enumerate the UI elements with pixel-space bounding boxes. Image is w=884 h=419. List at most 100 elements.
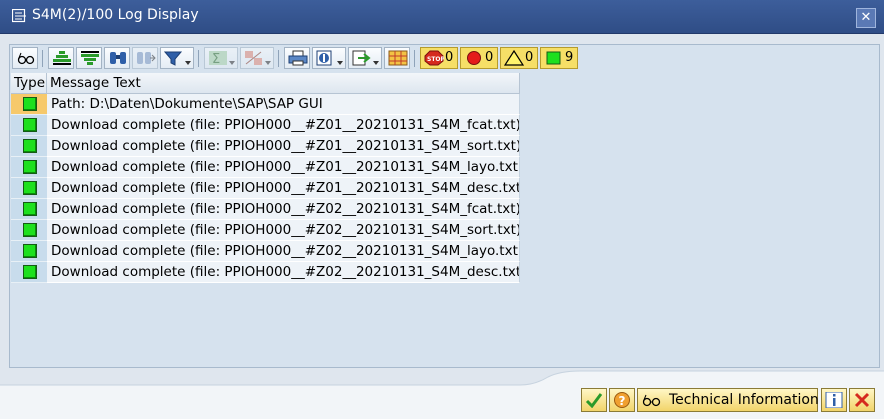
sort-descending-button[interactable] [76, 47, 102, 69]
error-count: 0 [485, 50, 494, 65]
sort-descending-icon [81, 51, 99, 65]
message-text-cell[interactable]: Download complete (file: PPIOH000__#Z02_… [47, 262, 520, 283]
success-icon [23, 265, 37, 279]
find-button[interactable] [104, 47, 130, 69]
toolbar-separator [278, 50, 279, 67]
export-button[interactable] [348, 47, 382, 69]
success-icon [23, 223, 37, 237]
window-menu-icon[interactable] [12, 9, 27, 23]
details-button[interactable] [12, 47, 38, 69]
message-text-cell[interactable]: Download complete (file: PPIOH000__#Z01_… [47, 136, 520, 157]
svg-text:?: ? [619, 394, 626, 408]
toolbar-separator [42, 50, 43, 67]
type-cell[interactable] [11, 241, 47, 262]
filter-button[interactable] [160, 47, 194, 69]
export-icon [352, 50, 371, 66]
grid-layout-icon [388, 50, 408, 66]
glasses-icon [642, 394, 661, 407]
svg-text:STOP: STOP [427, 56, 444, 63]
column-header-message-text[interactable]: Message Text [47, 73, 520, 94]
message-text-cell[interactable]: Download complete (file: PPIOH000__#Z01_… [47, 178, 520, 199]
subtotal-button[interactable] [240, 47, 274, 69]
layout-button[interactable] [384, 47, 410, 69]
column-header-type[interactable]: Type [11, 73, 47, 94]
chevron-down-icon [373, 61, 379, 65]
type-cell[interactable] [11, 115, 47, 136]
find-next-button[interactable] [132, 47, 158, 69]
close-icon: ✕ [860, 10, 872, 25]
checkmark-icon [585, 393, 603, 408]
help-icon: ? [614, 392, 630, 408]
window-title: S4M(2)/100 Log Display [32, 7, 199, 23]
table-row[interactable]: Download complete (file: PPIOH000__#Z02_… [11, 199, 520, 220]
type-cell[interactable] [11, 199, 47, 220]
error-messages-filter[interactable]: 0 [460, 47, 498, 69]
message-text-cell[interactable]: Download complete (file: PPIOH000__#Z02_… [47, 241, 520, 262]
success-icon [23, 202, 37, 216]
warning-messages-filter[interactable]: 0 [500, 47, 538, 69]
stop-count: 0 [445, 50, 454, 65]
type-cell[interactable] [11, 178, 47, 199]
toolbar-separator [414, 50, 415, 67]
filter-icon [164, 51, 183, 66]
success-messages-filter[interactable]: 9 [540, 47, 578, 69]
find-next-icon [137, 52, 156, 64]
cancel-button[interactable] [849, 388, 875, 412]
title-bar: S4M(2)/100 Log Display ✕ [0, 0, 884, 34]
help-button[interactable]: ? [609, 388, 635, 412]
stop-icon: STOP [424, 50, 444, 66]
printer-icon [288, 50, 308, 66]
sort-ascending-icon [53, 51, 71, 65]
success-icon [546, 51, 561, 65]
type-cell[interactable] [11, 157, 47, 178]
views-icon [316, 50, 332, 66]
success-icon [23, 97, 37, 111]
subtotal-icon [245, 51, 262, 65]
success-icon [23, 181, 37, 195]
message-text-cell[interactable]: Download complete (file: PPIOH000__#Z02_… [47, 199, 520, 220]
success-icon [23, 244, 37, 258]
chevron-down-icon [265, 61, 271, 65]
close-window-button[interactable]: ✕ [856, 8, 876, 28]
chevron-down-icon [185, 61, 191, 65]
technical-information-label: Technical Information [669, 392, 819, 408]
table-row[interactable]: Download complete (file: PPIOH000__#Z01_… [11, 115, 520, 136]
sum-icon: Σ [209, 51, 227, 66]
toolbar-separator [198, 50, 199, 67]
type-cell[interactable] [11, 220, 47, 241]
success-icon [23, 139, 37, 153]
sort-ascending-button[interactable] [48, 47, 74, 69]
table-row[interactable]: Download complete (file: PPIOH000__#Z01_… [11, 136, 520, 157]
print-button[interactable] [284, 47, 310, 69]
info-button[interactable] [821, 388, 847, 412]
views-button[interactable] [312, 47, 346, 69]
technical-information-button[interactable]: Technical Information [637, 388, 819, 412]
stop-messages-filter[interactable]: STOP 0 [420, 47, 458, 69]
table-row[interactable]: Download complete (file: PPIOH000__#Z01_… [11, 157, 520, 178]
chevron-down-icon [229, 61, 235, 65]
total-button[interactable]: Σ [204, 47, 238, 69]
warning-count: 0 [525, 50, 534, 65]
warning-icon [504, 50, 524, 66]
confirm-button[interactable] [581, 388, 607, 412]
type-cell[interactable] [11, 262, 47, 283]
success-icon [23, 160, 37, 174]
table-row[interactable]: Download complete (file: PPIOH000__#Z02_… [11, 241, 520, 262]
error-icon [467, 51, 481, 65]
type-cell[interactable] [11, 136, 47, 157]
cancel-icon [854, 392, 870, 408]
message-text-cell[interactable]: Download complete (file: PPIOH000__#Z01_… [47, 157, 520, 178]
table-row[interactable]: Download complete (file: PPIOH000__#Z01_… [11, 178, 520, 199]
message-text-cell[interactable]: Download complete (file: PPIOH000__#Z02_… [47, 220, 520, 241]
message-text-cell[interactable]: Download complete (file: PPIOH000__#Z01_… [47, 115, 520, 136]
message-text-cell[interactable]: Path: D:\Daten\Dokumente\SAP\SAP GUI [47, 94, 520, 115]
chevron-down-icon [337, 61, 343, 65]
binoculars-icon [110, 52, 126, 64]
success-count: 9 [565, 50, 574, 65]
log-content-panel: Σ STOP 0 0 0 9 Type Message Text Path: D… [9, 44, 880, 368]
table-row[interactable]: Download complete (file: PPIOH000__#Z02_… [11, 220, 520, 241]
table-row[interactable]: Download complete (file: PPIOH000__#Z02_… [11, 262, 520, 283]
glasses-icon [17, 52, 35, 65]
type-cell[interactable] [11, 94, 47, 115]
table-row[interactable]: Path: D:\Daten\Dokumente\SAP\SAP GUI [11, 94, 520, 115]
